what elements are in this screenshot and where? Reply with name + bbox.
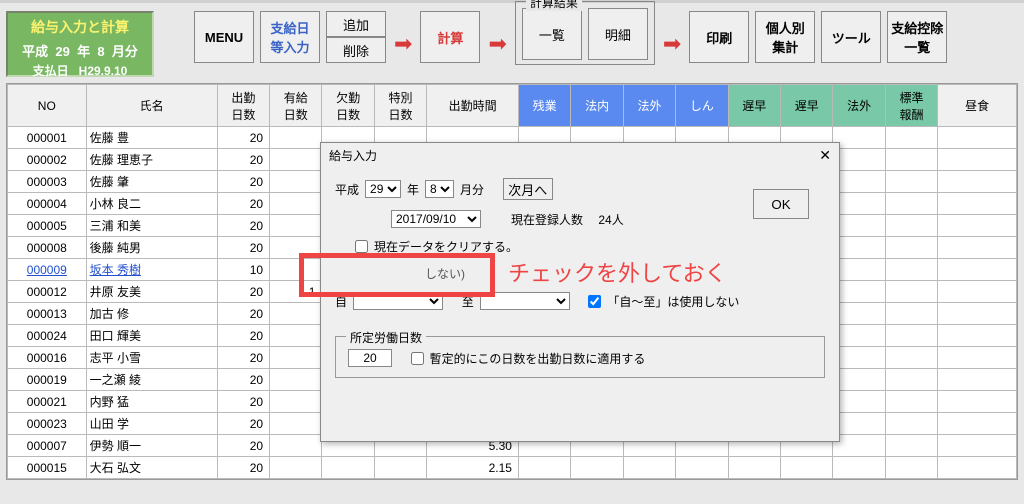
column-header[interactable]: 出勤時間 xyxy=(427,85,519,127)
column-header[interactable]: NO xyxy=(8,85,87,127)
clear-data-label: 現在データをクリアする。 xyxy=(374,238,518,255)
column-header[interactable]: 遅早 xyxy=(728,85,780,127)
workdays-input[interactable] xyxy=(348,349,392,367)
table-row[interactable]: 000015大石 弘文202.15 xyxy=(8,457,1017,479)
delete-button[interactable]: 削除 xyxy=(326,37,386,63)
from-select[interactable] xyxy=(353,292,443,310)
arrow-icon: ➡ xyxy=(486,31,508,57)
detail-button[interactable]: 明細 xyxy=(588,8,648,60)
column-header[interactable]: 特別 日数 xyxy=(374,85,426,127)
column-header[interactable]: 有給 日数 xyxy=(270,85,322,127)
year-select[interactable]: 29 xyxy=(365,180,401,198)
disable-range-checkbox[interactable] xyxy=(588,295,601,308)
salary-input-dialog: 給与入力 ✕ 平成 29 年 8 月分 次月へ 2017/09/10 現在登録人… xyxy=(320,142,840,442)
apply-days-checkbox[interactable] xyxy=(411,352,424,365)
column-header[interactable]: 遅早 xyxy=(781,85,833,127)
kojin-button[interactable]: 個人別 集計 xyxy=(755,11,815,63)
title-text: 給与入力と計算 xyxy=(12,17,148,37)
workdays-fieldset: 所定労働日数 暫定的にこの日数を出勤日数に適用する xyxy=(335,336,825,378)
title-card: 給与入力と計算 平成 29 年 8 月分 支払日 H29.9.10 xyxy=(6,11,154,77)
column-header[interactable]: しん xyxy=(676,85,728,127)
add-button[interactable]: 追加 xyxy=(326,11,386,37)
column-header[interactable]: 昼食 xyxy=(938,85,1017,127)
annotation-text: チェックを外しておく xyxy=(508,256,727,288)
clear-data-checkbox[interactable] xyxy=(355,240,368,253)
arrow-icon: ➡ xyxy=(392,31,414,57)
column-header[interactable]: 氏名 xyxy=(86,85,217,127)
column-header[interactable]: 出勤 日数 xyxy=(217,85,269,127)
next-month-button[interactable]: 次月へ xyxy=(503,178,553,200)
dialog-title: 給与入力 xyxy=(329,147,377,164)
column-header[interactable]: 標準 報酬 xyxy=(885,85,937,127)
column-header[interactable]: 残業 xyxy=(518,85,570,127)
print-button[interactable]: 印刷 xyxy=(689,11,749,63)
shikyu-button[interactable]: 支給日 等入力 xyxy=(260,11,320,63)
close-icon[interactable]: ✕ xyxy=(819,147,831,164)
column-header[interactable]: 欠勤 日数 xyxy=(322,85,374,127)
column-header[interactable]: 法外 xyxy=(833,85,885,127)
column-header[interactable]: 法内 xyxy=(571,85,623,127)
date-select[interactable]: 2017/09/10 xyxy=(391,210,481,228)
tool-button[interactable]: ツール xyxy=(821,11,881,63)
ok-button[interactable]: OK xyxy=(753,189,809,219)
calc-button[interactable]: 計算 xyxy=(420,11,480,63)
list-button[interactable]: 一覧 xyxy=(522,8,582,60)
arrow-icon: ➡ xyxy=(661,31,683,57)
shikyu-kojo-button[interactable]: 支給控除 一覧 xyxy=(887,11,947,63)
column-header[interactable]: 法外 xyxy=(623,85,675,127)
result-group: 計算結果 一覧 明細 xyxy=(515,1,655,65)
month-select[interactable]: 8 xyxy=(425,180,454,198)
to-select[interactable] xyxy=(480,292,570,310)
menu-button[interactable]: MENU xyxy=(194,11,254,63)
